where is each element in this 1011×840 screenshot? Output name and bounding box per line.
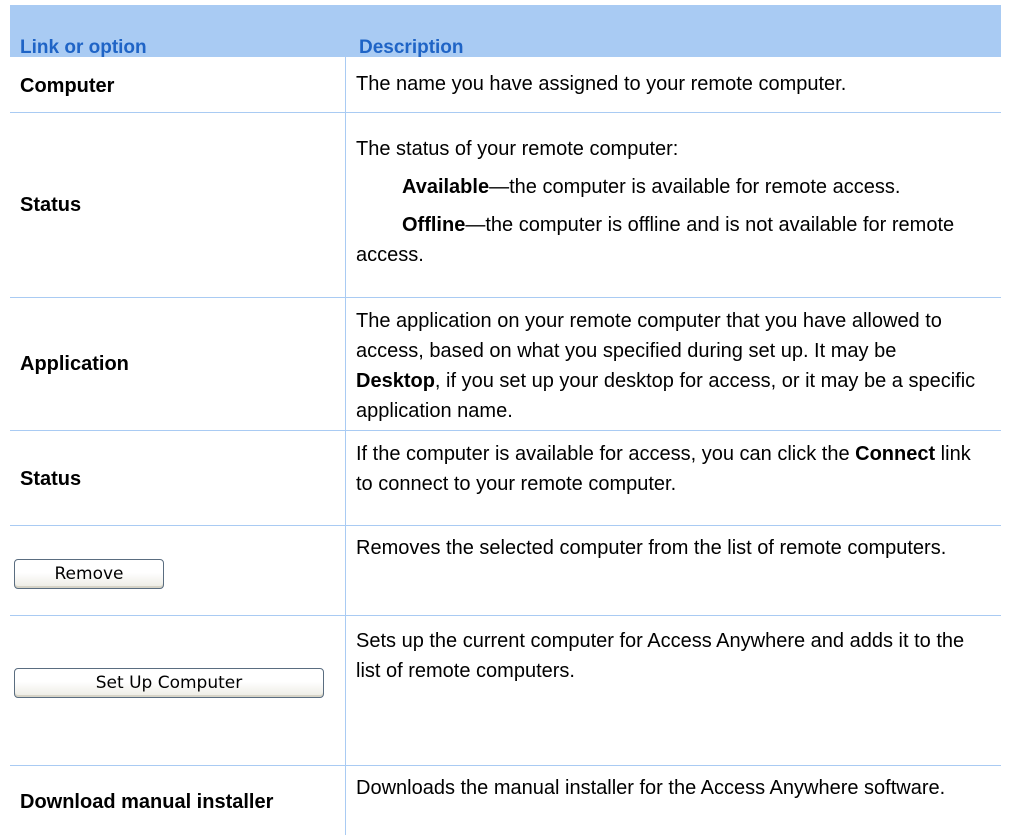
row-label-computer: Computer (20, 75, 115, 97)
status-offline: Offline—the computer is offline and is n… (356, 210, 976, 270)
status-available-text: —the computer is available for remote ac… (489, 176, 901, 198)
row-desc-download: Downloads the manual installer for the A… (356, 773, 976, 803)
status-available-term: Available (402, 176, 490, 198)
status-connect-desc: If the computer is available for access,… (356, 439, 976, 499)
row-label-status-connect: Status (20, 468, 82, 490)
row-label-application: Application (20, 353, 129, 375)
connect-link-term: Connect (855, 443, 936, 465)
header-link-or-option: Link or option (20, 37, 147, 58)
application-desc-part: , if you set up your desktop for access,… (356, 370, 976, 422)
row-separator (10, 615, 1001, 616)
row-label-status: Status (20, 194, 82, 216)
row-label-download: Download manual installer (20, 791, 274, 813)
row-desc-remove: Removes the selected computer from the l… (356, 533, 976, 563)
desc-text: Sets up the current computer for Access … (356, 630, 965, 682)
remove-button[interactable]: Remove (14, 559, 164, 589)
status-intro: The status of your remote computer: (356, 138, 679, 160)
status-available: Available—the computer is available for … (356, 172, 976, 202)
status-connect-desc-part: If the computer is available for access,… (356, 443, 856, 465)
desc-text: Removes the selected computer from the l… (356, 537, 947, 559)
set-up-computer-button[interactable]: Set Up Computer (14, 668, 324, 698)
column-divider (345, 57, 346, 835)
row-separator (10, 765, 1001, 766)
row-separator (10, 297, 1001, 298)
header-description: Description (359, 37, 464, 58)
desc-text: Downloads the manual installer for the A… (356, 777, 946, 799)
table-header: Link or option Description (10, 5, 1001, 58)
row-desc-status: The status of your remote computer: Avai… (356, 134, 976, 270)
application-desc-bold: Desktop (356, 370, 435, 392)
row-desc-status-connect: If the computer is available for access,… (356, 439, 976, 499)
row-desc-setup: Sets up the current computer for Access … (356, 626, 976, 686)
row-separator (10, 525, 1001, 526)
status-offline-term: Offline (402, 214, 466, 236)
row-desc-computer: The name you have assigned to your remot… (356, 69, 976, 99)
application-desc: The application on your remote computer … (356, 306, 976, 426)
application-desc-part: The application on your remote computer … (356, 310, 942, 362)
desc-text: The name you have assigned to your remot… (356, 73, 847, 95)
row-separator (10, 112, 1001, 113)
row-separator (10, 430, 1001, 431)
options-table: Link or option Description Computer The … (10, 5, 1001, 835)
row-desc-application: The application on your remote computer … (356, 306, 976, 426)
